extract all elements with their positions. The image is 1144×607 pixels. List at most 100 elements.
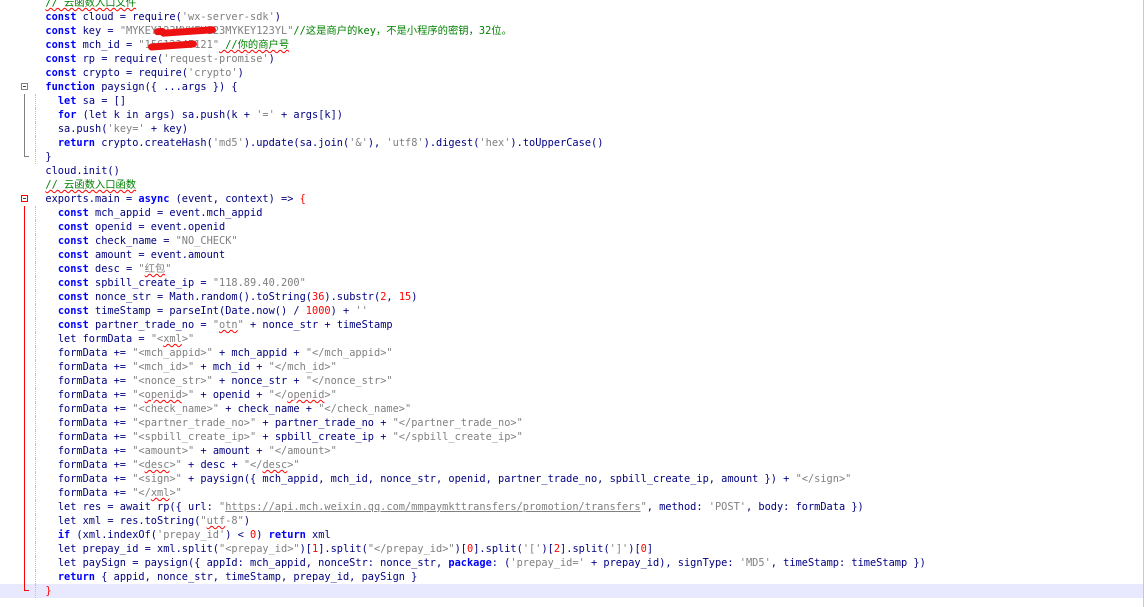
code-line[interactable]: formData += "<openid>" + openid + "</ope… — [0, 388, 1144, 402]
code-line[interactable]: const key = "MYKEY123MYKEY123MYKEY123YL"… — [0, 24, 1144, 38]
code-text[interactable]: let res = await rp({ url: "https://api.m… — [33, 500, 864, 514]
code-text[interactable]: const nonce_str = Math.random().toString… — [33, 290, 418, 304]
code-text[interactable]: formData += "<openid>" + openid + "</ope… — [33, 388, 337, 402]
code-line[interactable]: return crypto.createHash('md5').update(s… — [0, 136, 1144, 150]
code-line[interactable]: if (xml.indexOf('prepay_id') < 0) return… — [0, 528, 1144, 542]
code-line[interactable]: const mch_appid = event.mch_appid — [0, 206, 1144, 220]
code-line[interactable]: sa.push('key=' + key) — [0, 122, 1144, 136]
code-text[interactable]: sa.push('key=' + key) — [33, 122, 188, 136]
code-text[interactable]: formData += "</xml>" — [33, 486, 182, 500]
code-text[interactable]: for (let k in args) sa.push(k + '=' + ar… — [33, 108, 343, 122]
code-line[interactable]: const rp = require('request-promise') — [0, 52, 1144, 66]
code-token: + key) — [144, 123, 189, 135]
code-line[interactable]: formData += "<nonce_str>" + nonce_str + … — [0, 374, 1144, 388]
code-text[interactable]: formData += "<desc>" + desc + "</desc>" — [33, 458, 300, 472]
code-text[interactable]: let xml = res.toString("utf-8") — [33, 514, 250, 528]
code-line[interactable]: const amount = event.amount — [0, 248, 1144, 262]
code-text[interactable]: const openid = event.openid — [33, 220, 225, 234]
code-text[interactable]: function paysign({ ...args }) { — [33, 80, 237, 94]
code-line[interactable]: formData += "<mch_id>" + mch_id + "</mch… — [0, 360, 1144, 374]
code-text[interactable]: const amount = event.amount — [33, 248, 225, 262]
code-text[interactable]: formData += "<mch_appid>" + mch_appid + … — [33, 346, 393, 360]
code-line[interactable]: const spbill_create_ip = "118.89.40.200" — [0, 276, 1144, 290]
code-line[interactable]: const desc = "红包" — [0, 262, 1144, 276]
code-line[interactable]: const openid = event.openid — [0, 220, 1144, 234]
code-text[interactable]: const mch_id = "15612345121" //你的商户号 — [33, 38, 289, 52]
code-line[interactable]: const mch_id = "15612345121" //你的商户号 — [0, 38, 1144, 52]
code-line[interactable]: formData += "<partner_trade_no>" + partn… — [0, 416, 1144, 430]
code-token: 'hex' — [479, 137, 511, 149]
code-token: otn — [219, 319, 238, 331]
code-line[interactable]: // 云函数入口文件 — [0, 0, 1144, 10]
code-text[interactable]: const spbill_create_ip = "118.89.40.200" — [33, 276, 306, 290]
code-text[interactable]: formData += "<nonce_str>" + nonce_str + … — [33, 374, 393, 388]
code-text[interactable]: if (xml.indexOf('prepay_id') < 0) return… — [33, 528, 331, 542]
code-line[interactable]: return { appid, nonce_str, timeStamp, pr… — [0, 570, 1144, 584]
code-line[interactable]: let prepay_id = xml.split("<prepay_id>")… — [0, 542, 1144, 556]
code-token: package — [448, 557, 492, 569]
code-line[interactable]: function paysign({ ...args }) { — [0, 80, 1144, 94]
code-text[interactable]: formData += "<check_name>" + check_name … — [33, 402, 411, 416]
code-line[interactable]: let paySign = paysign({ appId: mch_appid… — [0, 556, 1144, 570]
code-text[interactable]: const timeStamp = parseInt(Date.now() / … — [33, 304, 368, 318]
code-text[interactable]: let paySign = paysign({ appId: mch_appid… — [33, 556, 926, 570]
code-text[interactable]: const partner_trade_no = "otn" + nonce_s… — [33, 318, 393, 332]
code-text[interactable]: const check_name = "NO_CHECK" — [33, 234, 238, 248]
code-line[interactable]: // 云函数入口函数 — [0, 178, 1144, 192]
code-line[interactable]: cloud.init() — [0, 164, 1144, 178]
code-line[interactable]: formData += "<amount>" + amount + "</amo… — [0, 444, 1144, 458]
code-line[interactable]: const nonce_str = Math.random().toString… — [0, 290, 1144, 304]
code-line[interactable]: let sa = [] — [0, 94, 1144, 108]
code-text[interactable]: return crypto.createHash('md5').update(s… — [33, 136, 604, 150]
code-text[interactable]: cloud.init() — [33, 164, 119, 178]
code-text[interactable]: return { appid, nonce_str, timeStamp, pr… — [33, 570, 418, 584]
code-line[interactable]: formData += "<sign>" + paysign({ mch_app… — [0, 472, 1144, 486]
code-text[interactable]: // 云函数入口函数 — [33, 178, 136, 192]
code-line[interactable]: } — [0, 584, 1144, 598]
code-text[interactable]: const cloud = require('wx-server-sdk') — [33, 10, 281, 24]
code-line[interactable]: formData += "</xml>" — [0, 486, 1144, 500]
code-line[interactable]: formData += "<desc>" + desc + "</desc>" — [0, 458, 1144, 472]
code-token: xml — [305, 529, 331, 541]
code-text[interactable]: formData += "<amount>" + amount + "</amo… — [33, 444, 337, 458]
code-line[interactable]: let xml = res.toString("utf-8") — [0, 514, 1144, 528]
code-token: for — [57, 109, 77, 121]
code-text[interactable]: formData += "<mch_id>" + mch_id + "</mch… — [33, 360, 337, 374]
code-token: 15 — [398, 291, 412, 303]
code-line[interactable]: const crypto = require('crypto') — [0, 66, 1144, 80]
code-line[interactable]: let formData = "<xml>" — [0, 332, 1144, 346]
code-text[interactable]: exports.main = async (event, context) =>… — [33, 192, 305, 206]
code-line[interactable]: formData += "<mch_appid>" + mch_appid + … — [0, 346, 1144, 360]
code-line[interactable]: } — [0, 150, 1144, 164]
code-text[interactable]: const rp = require('request-promise') — [33, 52, 274, 66]
code-text[interactable]: let sa = [] — [33, 94, 126, 108]
code-text[interactable]: } — [33, 150, 51, 164]
code-text[interactable]: const mch_appid = event.mch_appid — [33, 206, 263, 220]
code-line[interactable]: const cloud = require('wx-server-sdk') — [0, 10, 1144, 24]
code-line[interactable]: formData += "<check_name>" + check_name … — [0, 402, 1144, 416]
code-line[interactable]: let res = await rp({ url: "https://api.m… — [0, 500, 1144, 514]
code-text[interactable]: formData += "<partner_trade_no>" + partn… — [33, 416, 523, 430]
code-text[interactable]: const key = "MYKEY123MYKEY123MYKEY123YL"… — [33, 24, 511, 38]
code-text[interactable]: formData += "<sign>" + paysign({ mch_app… — [33, 472, 852, 486]
code-text[interactable]: // 云函数入口文件 — [33, 0, 136, 10]
code-text[interactable]: const desc = "红包" — [33, 262, 172, 276]
code-text[interactable]: const crypto = require('crypto') — [33, 66, 243, 80]
code-line[interactable]: const check_name = "NO_CHECK" — [0, 234, 1144, 248]
code-line[interactable]: for (let k in args) sa.push(k + '=' + ar… — [0, 108, 1144, 122]
code-line[interactable]: exports.main = async (event, context) =>… — [0, 192, 1144, 206]
code-text[interactable]: formData += "<spbill_create_ip>" + spbil… — [33, 430, 523, 444]
code-editor[interactable]: // 云函数入口文件 const cloud = require('wx-ser… — [0, 0, 1144, 607]
code-text[interactable]: let prepay_id = xml.split("<prepay_id>")… — [33, 542, 653, 556]
code-text[interactable]: let formData = "<xml>" — [33, 332, 194, 346]
code-line[interactable]: formData += "<spbill_create_ip>" + spbil… — [0, 430, 1144, 444]
code-token: "</mch_id>" — [268, 361, 337, 373]
fold-toggle-icon[interactable] — [21, 83, 28, 90]
code-text[interactable]: } — [33, 584, 51, 598]
fold-toggle-icon[interactable] — [21, 195, 28, 202]
code-line[interactable]: const partner_trade_no = "otn" + nonce_s… — [0, 318, 1144, 332]
code-line[interactable]: const timeStamp = parseInt(Date.now() / … — [0, 304, 1144, 318]
